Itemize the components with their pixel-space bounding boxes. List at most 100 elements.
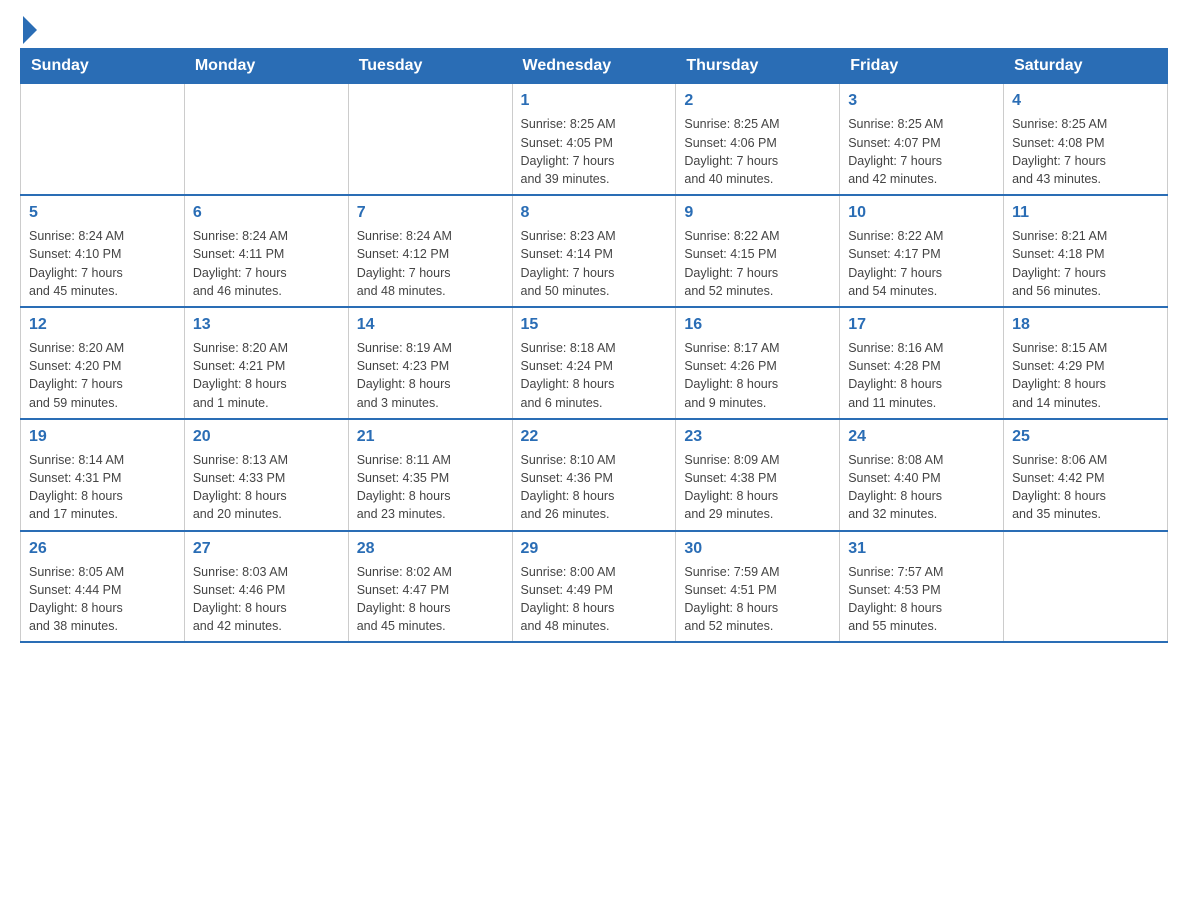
day-number: 31 [848, 538, 995, 560]
logo-arrow-icon [23, 16, 37, 44]
day-info: Sunrise: 8:03 AMSunset: 4:46 PMDaylight:… [193, 563, 340, 636]
calendar-cell: 30 Sunrise: 7:59 AMSunset: 4:51 PMDayligh… [676, 531, 840, 643]
day-info: Sunrise: 8:20 AMSunset: 4:21 PMDaylight:… [193, 339, 340, 412]
day-info: Sunrise: 8:13 AMSunset: 4:33 PMDaylight:… [193, 451, 340, 524]
calendar-cell: 24 Sunrise: 8:08 AMSunset: 4:40 PMDayligh… [840, 419, 1004, 531]
calendar-cell [184, 84, 348, 195]
day-number: 2 [684, 90, 831, 112]
day-info: Sunrise: 8:25 AMSunset: 4:06 PMDaylight:… [684, 115, 831, 188]
calendar-day-header: Friday [840, 49, 1004, 84]
day-number: 11 [1012, 202, 1159, 224]
day-number: 19 [29, 426, 176, 448]
calendar-cell [1004, 531, 1168, 643]
calendar-cell: 5 Sunrise: 8:24 AMSunset: 4:10 PMDaylight… [21, 195, 185, 307]
day-info: Sunrise: 8:24 AMSunset: 4:12 PMDaylight:… [357, 227, 504, 300]
calendar-cell: 27 Sunrise: 8:03 AMSunset: 4:46 PMDayligh… [184, 531, 348, 643]
calendar-cell: 20 Sunrise: 8:13 AMSunset: 4:33 PMDayligh… [184, 419, 348, 531]
day-info: Sunrise: 7:59 AMSunset: 4:51 PMDaylight:… [684, 563, 831, 636]
day-number: 12 [29, 314, 176, 336]
day-number: 4 [1012, 90, 1159, 112]
day-info: Sunrise: 8:25 AMSunset: 4:08 PMDaylight:… [1012, 115, 1159, 188]
day-number: 21 [357, 426, 504, 448]
day-number: 18 [1012, 314, 1159, 336]
day-number: 8 [521, 202, 668, 224]
calendar-cell: 12 Sunrise: 8:20 AMSunset: 4:20 PMDayligh… [21, 307, 185, 419]
day-number: 5 [29, 202, 176, 224]
calendar-cell: 29 Sunrise: 8:00 AMSunset: 4:49 PMDayligh… [512, 531, 676, 643]
day-info: Sunrise: 8:05 AMSunset: 4:44 PMDaylight:… [29, 563, 176, 636]
calendar-cell: 9 Sunrise: 8:22 AMSunset: 4:15 PMDaylight… [676, 195, 840, 307]
calendar-cell: 28 Sunrise: 8:02 AMSunset: 4:47 PMDayligh… [348, 531, 512, 643]
calendar-cell: 18 Sunrise: 8:15 AMSunset: 4:29 PMDayligh… [1004, 307, 1168, 419]
calendar-week-row: 26 Sunrise: 8:05 AMSunset: 4:44 PMDayligh… [21, 531, 1168, 643]
day-number: 23 [684, 426, 831, 448]
calendar-header-row: SundayMondayTuesdayWednesdayThursdayFrid… [21, 49, 1168, 84]
day-info: Sunrise: 8:19 AMSunset: 4:23 PMDaylight:… [357, 339, 504, 412]
day-number: 14 [357, 314, 504, 336]
calendar-day-header: Tuesday [348, 49, 512, 84]
day-number: 30 [684, 538, 831, 560]
day-info: Sunrise: 8:08 AMSunset: 4:40 PMDaylight:… [848, 451, 995, 524]
day-info: Sunrise: 8:09 AMSunset: 4:38 PMDaylight:… [684, 451, 831, 524]
calendar-day-header: Saturday [1004, 49, 1168, 84]
calendar-cell: 3 Sunrise: 8:25 AMSunset: 4:07 PMDaylight… [840, 84, 1004, 195]
logo-general [20, 20, 37, 44]
calendar-cell: 23 Sunrise: 8:09 AMSunset: 4:38 PMDayligh… [676, 419, 840, 531]
day-info: Sunrise: 8:21 AMSunset: 4:18 PMDaylight:… [1012, 227, 1159, 300]
day-number: 25 [1012, 426, 1159, 448]
day-number: 17 [848, 314, 995, 336]
calendar-cell: 8 Sunrise: 8:23 AMSunset: 4:14 PMDaylight… [512, 195, 676, 307]
calendar-cell: 25Sunrise: 8:06 AMSunset: 4:42 PMDayligh… [1004, 419, 1168, 531]
day-number: 20 [193, 426, 340, 448]
calendar-cell: 21Sunrise: 8:11 AMSunset: 4:35 PMDayligh… [348, 419, 512, 531]
day-number: 24 [848, 426, 995, 448]
day-info: Sunrise: 8:02 AMSunset: 4:47 PMDaylight:… [357, 563, 504, 636]
day-info: Sunrise: 8:25 AMSunset: 4:05 PMDaylight:… [521, 115, 668, 188]
calendar-week-row: 1 Sunrise: 8:25 AMSunset: 4:05 PMDaylight… [21, 84, 1168, 195]
day-info: Sunrise: 8:18 AMSunset: 4:24 PMDaylight:… [521, 339, 668, 412]
calendar-cell: 17 Sunrise: 8:16 AMSunset: 4:28 PMDayligh… [840, 307, 1004, 419]
day-info: Sunrise: 8:14 AMSunset: 4:31 PMDaylight:… [29, 451, 176, 524]
day-number: 27 [193, 538, 340, 560]
calendar-table: SundayMondayTuesdayWednesdayThursdayFrid… [20, 48, 1168, 643]
calendar-day-header: Thursday [676, 49, 840, 84]
calendar-cell: 31Sunrise: 7:57 AMSunset: 4:53 PMDayligh… [840, 531, 1004, 643]
day-info: Sunrise: 8:24 AMSunset: 4:10 PMDaylight:… [29, 227, 176, 300]
calendar-cell: 6Sunrise: 8:24 AMSunset: 4:11 PMDaylight… [184, 195, 348, 307]
day-number: 3 [848, 90, 995, 112]
day-number: 22 [521, 426, 668, 448]
calendar-day-header: Sunday [21, 49, 185, 84]
page-header [20, 20, 1168, 38]
logo [20, 20, 37, 38]
day-number: 10 [848, 202, 995, 224]
calendar-cell: 11 Sunrise: 8:21 AMSunset: 4:18 PMDayligh… [1004, 195, 1168, 307]
calendar-cell: 1 Sunrise: 8:25 AMSunset: 4:05 PMDaylight… [512, 84, 676, 195]
day-number: 1 [521, 90, 668, 112]
day-info: Sunrise: 8:15 AMSunset: 4:29 PMDaylight:… [1012, 339, 1159, 412]
day-number: 26 [29, 538, 176, 560]
day-info: Sunrise: 8:25 AMSunset: 4:07 PMDaylight:… [848, 115, 995, 188]
day-number: 16 [684, 314, 831, 336]
day-info: Sunrise: 8:22 AMSunset: 4:15 PMDaylight:… [684, 227, 831, 300]
day-number: 28 [357, 538, 504, 560]
calendar-cell: 13 Sunrise: 8:20 AMSunset: 4:21 PMDayligh… [184, 307, 348, 419]
calendar-cell: 16Sunrise: 8:17 AMSunset: 4:26 PMDayligh… [676, 307, 840, 419]
day-number: 13 [193, 314, 340, 336]
day-number: 9 [684, 202, 831, 224]
day-info: Sunrise: 8:20 AMSunset: 4:20 PMDaylight:… [29, 339, 176, 412]
day-info: Sunrise: 8:00 AMSunset: 4:49 PMDaylight:… [521, 563, 668, 636]
day-number: 6 [193, 202, 340, 224]
day-number: 15 [521, 314, 668, 336]
calendar-cell [348, 84, 512, 195]
calendar-cell: 7 Sunrise: 8:24 AMSunset: 4:12 PMDaylight… [348, 195, 512, 307]
calendar-week-row: 5 Sunrise: 8:24 AMSunset: 4:10 PMDaylight… [21, 195, 1168, 307]
day-number: 29 [521, 538, 668, 560]
calendar-cell [21, 84, 185, 195]
day-number: 7 [357, 202, 504, 224]
day-info: Sunrise: 8:23 AMSunset: 4:14 PMDaylight:… [521, 227, 668, 300]
calendar-cell: 10Sunrise: 8:22 AMSunset: 4:17 PMDayligh… [840, 195, 1004, 307]
calendar-week-row: 19 Sunrise: 8:14 AMSunset: 4:31 PMDayligh… [21, 419, 1168, 531]
calendar-cell: 2 Sunrise: 8:25 AMSunset: 4:06 PMDaylight… [676, 84, 840, 195]
day-info: Sunrise: 8:16 AMSunset: 4:28 PMDaylight:… [848, 339, 995, 412]
calendar-week-row: 12 Sunrise: 8:20 AMSunset: 4:20 PMDayligh… [21, 307, 1168, 419]
